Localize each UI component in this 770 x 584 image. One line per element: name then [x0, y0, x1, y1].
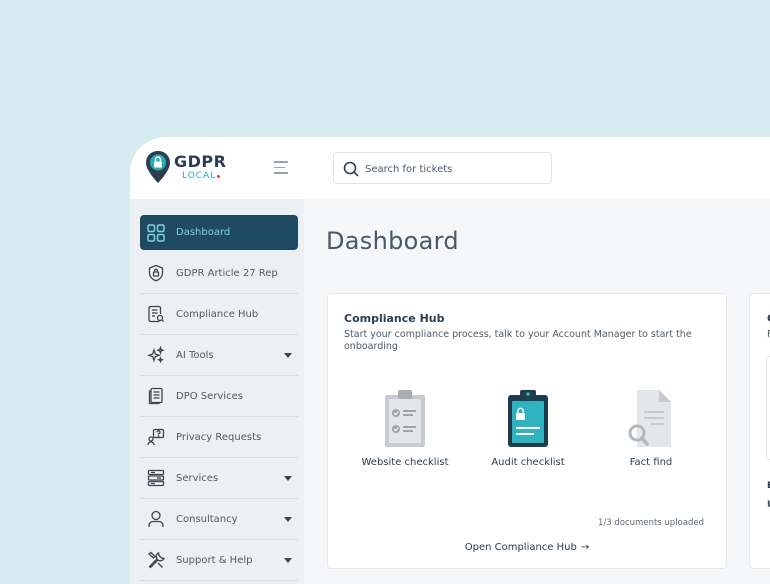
website-checklist-item[interactable]: Website checklist	[350, 389, 460, 468]
sidebar-item-label: Dashboard	[176, 227, 231, 238]
server-stack-icon	[146, 468, 166, 488]
chevron-down-icon[interactable]	[284, 558, 292, 563]
search-input[interactable]	[365, 160, 545, 178]
sidebar-item-label: Compliance Hub	[176, 308, 259, 320]
fact-find-item[interactable]: Fact find	[596, 389, 706, 468]
logo-tagline-text: LOCAL	[182, 171, 217, 181]
logo-dot	[217, 175, 221, 178]
doc-label: Audit checklist	[491, 457, 565, 468]
tools-icon	[146, 550, 166, 570]
menu-line	[274, 161, 288, 163]
sidebar-item-services[interactable]: Services	[140, 458, 298, 499]
brand-header: GDPR LOCAL	[130, 137, 304, 199]
documents-icon	[146, 386, 166, 406]
page-title: Dashboard	[326, 227, 459, 255]
chevron-down-icon[interactable]	[284, 517, 292, 522]
sidebar-item-dashboard[interactable]: Dashboard	[140, 215, 298, 250]
sidebar-item-label: GDPR Article 27 Rep	[176, 267, 278, 279]
audit-checklist-item[interactable]: Audit checklist	[473, 389, 583, 468]
logo-pin-icon	[146, 151, 170, 183]
dashboard-grid-icon	[146, 223, 166, 243]
menu-toggle-icon[interactable]	[274, 161, 288, 175]
doc-label: Website checklist	[361, 457, 449, 468]
user-icon	[146, 509, 166, 529]
second-card: C F E U	[749, 293, 770, 569]
sidebar-item-support-help[interactable]: Support & Help	[140, 540, 298, 581]
sidebar-item-consultancy[interactable]: Consultancy	[140, 499, 298, 540]
sidebar-item-compliance-hub[interactable]: Compliance Hub	[140, 294, 298, 335]
sidebar-item-label: Privacy Requests	[176, 431, 262, 443]
sidebar: GDPR LOCAL Dashboard GDPR Article 27 Rep…	[130, 137, 304, 584]
sidebar-item-label: AI Tools	[176, 349, 214, 361]
shield-lock-icon	[146, 263, 166, 283]
doc-label: Fact find	[629, 457, 673, 468]
compliance-hub-card: Compliance Hub Start your compliance pro…	[327, 293, 727, 569]
search-icon	[343, 161, 359, 177]
sidebar-item-label: Support & Help	[176, 554, 253, 566]
sidebar-item-ai-tools[interactable]: AI Tools	[140, 335, 298, 376]
chevron-down-icon[interactable]	[284, 476, 292, 481]
file-search-icon	[628, 390, 671, 447]
upload-status: 1/3 documents uploaded	[598, 518, 704, 528]
clipboard-lock-icon	[508, 390, 548, 447]
sidebar-item-label: Consultancy	[176, 513, 238, 525]
logo-title: GDPR	[174, 152, 227, 171]
logo-tagline: LOCAL	[182, 171, 221, 181]
arrow-right-icon: →	[580, 542, 590, 553]
search-box	[333, 152, 552, 184]
card-content-box	[766, 356, 770, 460]
open-link-label: Open Compliance Hub	[464, 542, 577, 553]
sparkle-icon	[146, 345, 166, 365]
sidebar-item-dpo-services[interactable]: DPO Services	[140, 376, 298, 417]
card-title: Compliance Hub	[344, 312, 445, 325]
menu-line	[274, 166, 285, 168]
sidebar-item-privacy-requests[interactable]: Privacy Requests	[140, 417, 298, 458]
card-description: Start your compliance process, talk to y…	[344, 329, 692, 352]
clipboard-checklist-icon	[385, 390, 425, 447]
app-window: GDPR LOCAL Dashboard GDPR Article 27 Rep…	[130, 137, 770, 584]
question-chat-icon	[146, 427, 166, 447]
sidebar-nav: Dashboard GDPR Article 27 Rep Compliance…	[140, 215, 298, 581]
sidebar-item-label: Services	[176, 472, 219, 484]
sidebar-item-label: DPO Services	[176, 390, 243, 402]
menu-line	[274, 172, 288, 174]
chevron-down-icon[interactable]	[284, 353, 292, 358]
sidebar-item-article27[interactable]: GDPR Article 27 Rep	[140, 253, 298, 294]
document-search-icon	[146, 304, 166, 324]
open-compliance-hub-link[interactable]: Open Compliance Hub →	[328, 542, 726, 553]
